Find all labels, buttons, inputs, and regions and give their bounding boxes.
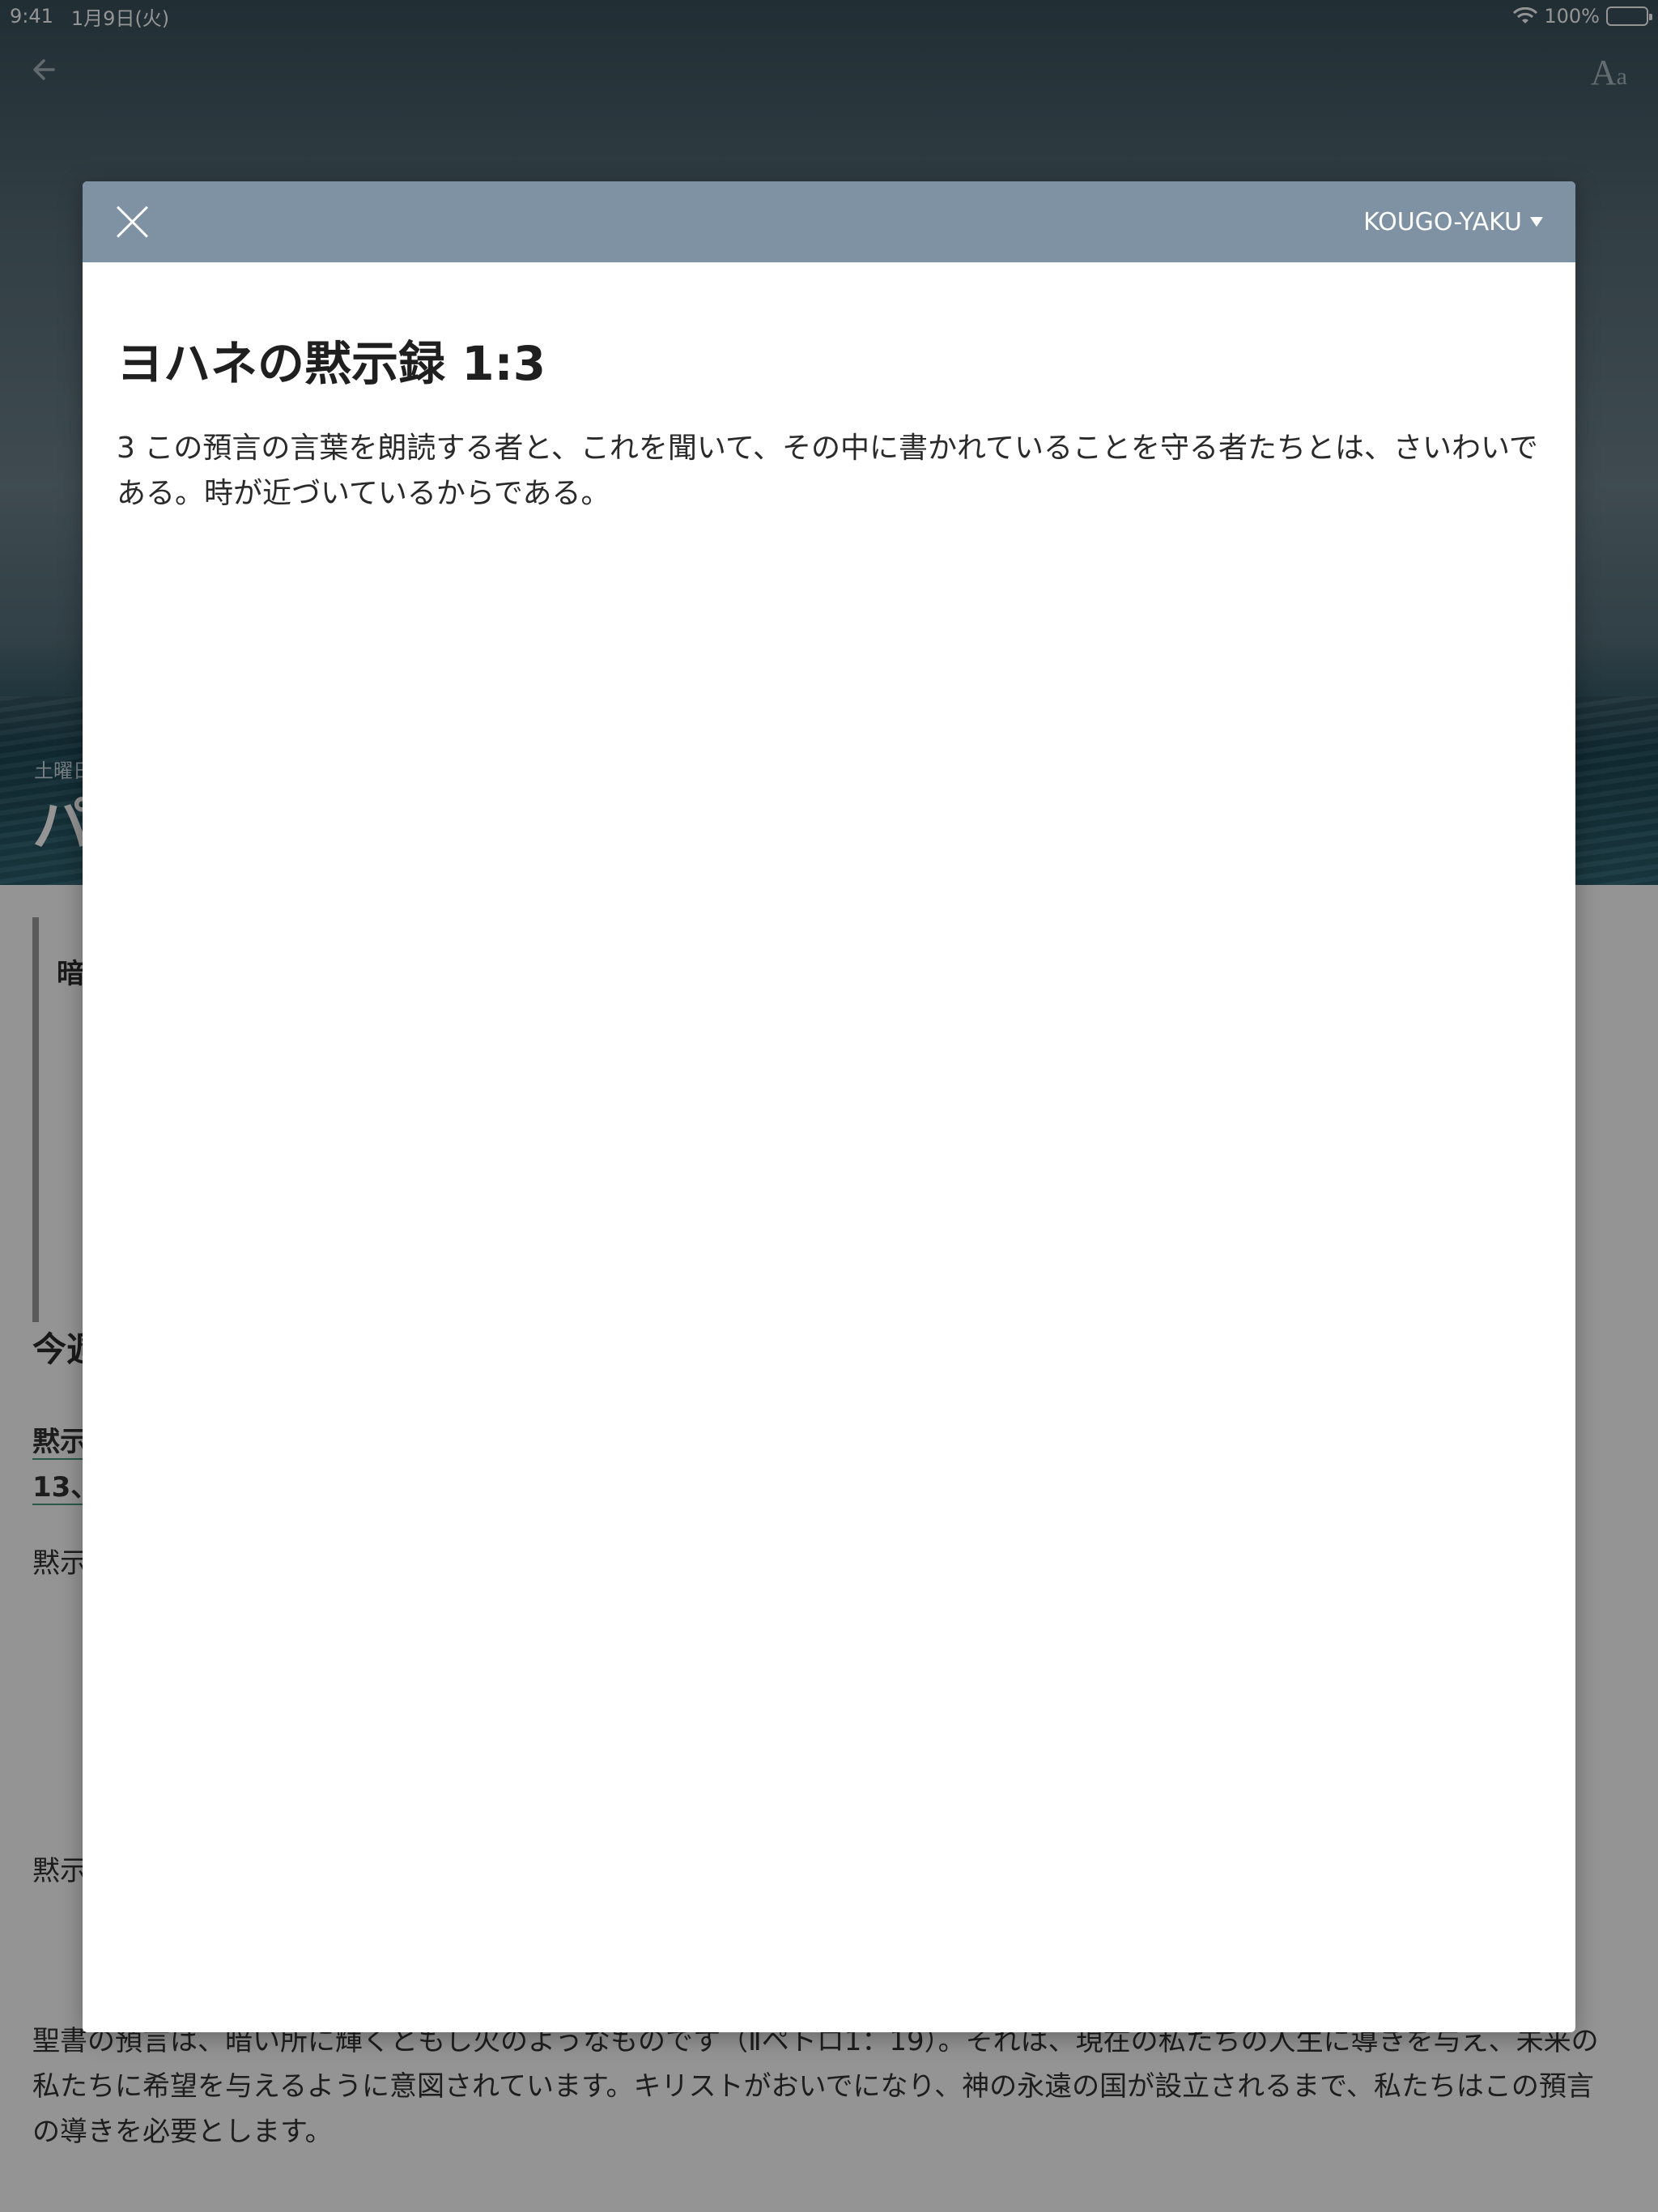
modal-body: ヨハネの黙示録 1:3 3 この預言の言葉を朗読する者と、これを聞いて、その中に… [83,262,1575,517]
verse-title: ヨハネの黙示録 1:3 [117,336,546,391]
bible-version-dropdown[interactable]: KOUGO-YAKU [1363,208,1543,236]
verse-text: 3 この預言の言葉を朗読する者と、これを聞いて、その中に書かれていることを守る者… [117,432,1538,510]
bible-version-label: KOUGO-YAKU [1363,207,1522,236]
bible-verse-modal: KOUGO-YAKU ヨハネの黙示録 1:3 3 この預言の言葉を朗読する者と、… [83,181,1575,2032]
caret-down-icon [1530,217,1543,227]
close-icon[interactable] [115,204,151,240]
modal-header: KOUGO-YAKU [83,181,1575,262]
app-screen: 9:41 1月9日(火) 100% Aa 土曜日 パ 暗 今週 黙示 13、 黙… [0,0,1658,2212]
